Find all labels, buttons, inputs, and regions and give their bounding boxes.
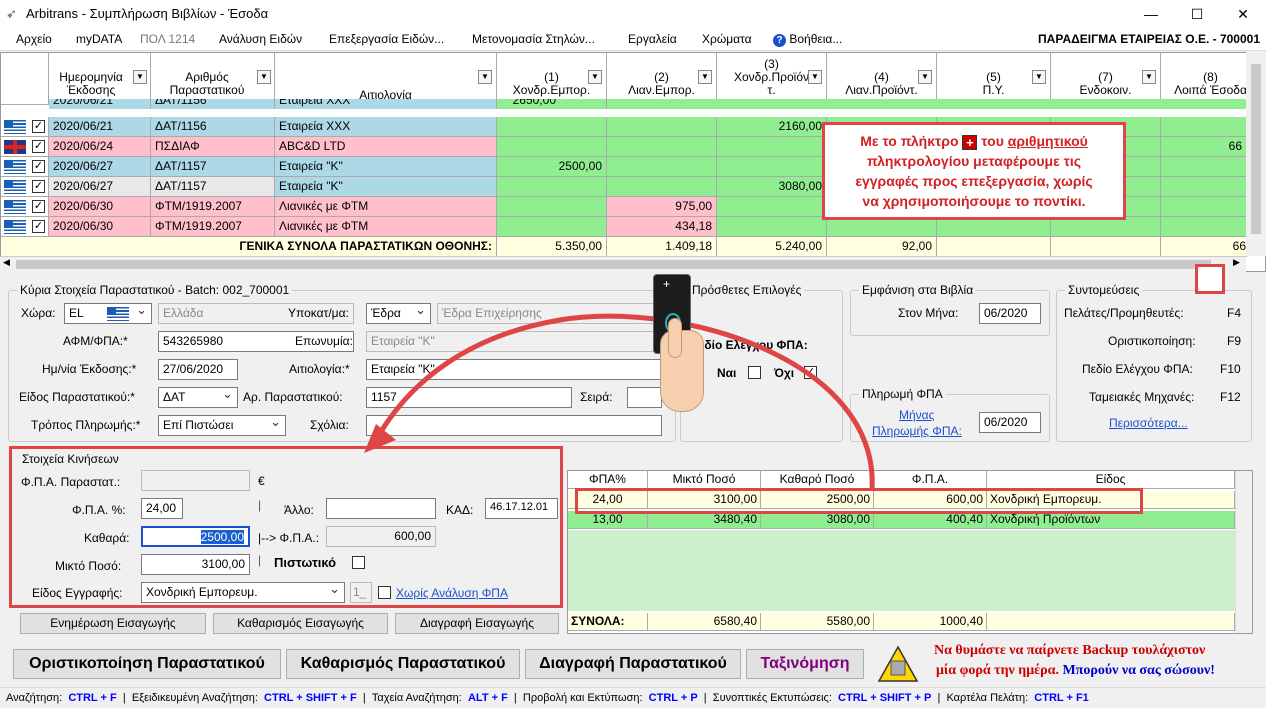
backup-reminder-line2: μία φορά την ημέρα. Μπορούν να σας σώσου… (936, 663, 1215, 678)
finger-icon (668, 318, 682, 358)
warning-icon (877, 645, 919, 683)
arrow-head (364, 424, 396, 453)
finalize-document-button[interactable]: Οριστικοποίηση Παραστατικού (13, 649, 281, 679)
annotation-arrow (364, 313, 875, 491)
clear-document-button[interactable]: Καθαρισμός Παραστατικού (286, 649, 520, 679)
arrow-path (373, 313, 875, 491)
backup-reminder-line1: Να θυμάστε να παίρνετε Backup τουλάχιστο… (934, 643, 1206, 658)
delete-document-button[interactable]: Διαγραφή Παραστατικού (525, 649, 741, 679)
hand-pointer-icon (660, 330, 704, 412)
sort-button[interactable]: Ταξινόμηση (746, 649, 864, 679)
status-bar: Αναζήτηση: CTRL + F | Εξειδικευμένη Αναζ… (0, 687, 1266, 708)
